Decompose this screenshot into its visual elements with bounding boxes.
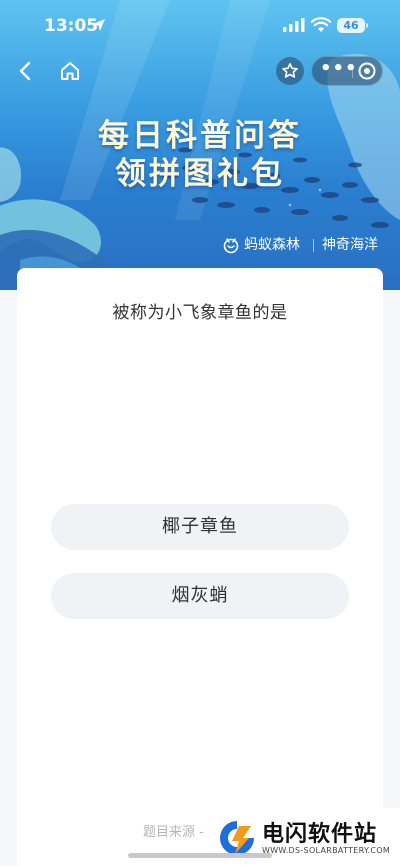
site-logo-icon: [220, 821, 254, 855]
question-source: 题目来源 -: [143, 825, 204, 840]
target-close-icon[interactable]: [357, 61, 377, 81]
quiz-card: 被称为小飞象章鱼的是 椰子章鱼 烟灰蛸 题目来源 -: [17, 268, 383, 866]
chevron-left-icon[interactable]: [14, 58, 38, 84]
ant-forest-logo-icon: [223, 238, 239, 254]
home-icon[interactable]: [58, 58, 82, 84]
wifi-icon: [311, 17, 331, 32]
star-icon: [282, 63, 298, 78]
miniapp-capsule: •••: [311, 56, 383, 86]
battery-tip: [366, 23, 368, 28]
battery-indicator: 46: [337, 18, 365, 33]
brand-ant-forest: 蚂蚁森林: [222, 235, 300, 255]
banner-title-line2: 领拼图礼包: [115, 156, 285, 192]
status-time: 13:05: [44, 16, 99, 36]
status-bar: 13:05 46: [0, 0, 400, 52]
favorite-button[interactable]: [276, 57, 304, 85]
watermark-name: 电闪软件站: [262, 822, 378, 847]
cellular-signal-icon: [283, 18, 305, 32]
watermark-url: WWW.DS-SOLARBATTERY.COM: [262, 846, 391, 855]
quiz-question: 被称为小飞象章鱼的是: [112, 303, 288, 323]
location-arrow-icon: [93, 19, 105, 31]
brand-ant-label: 蚂蚁森林: [244, 237, 300, 253]
home-indicator: [128, 853, 272, 858]
answer-option-1[interactable]: 椰子章鱼: [51, 504, 349, 550]
more-dots-icon[interactable]: •••: [320, 57, 357, 85]
brand-divider: [313, 239, 314, 252]
answer-option-2[interactable]: 烟灰蛸: [51, 573, 349, 619]
brand-magic-ocean: 神奇海洋: [322, 237, 378, 253]
capsule-divider: [352, 64, 353, 78]
banner: 13:05 46 ••• 每日科普问答 领拼图礼包 蚂蚁森林 神奇海洋: [0, 0, 400, 290]
